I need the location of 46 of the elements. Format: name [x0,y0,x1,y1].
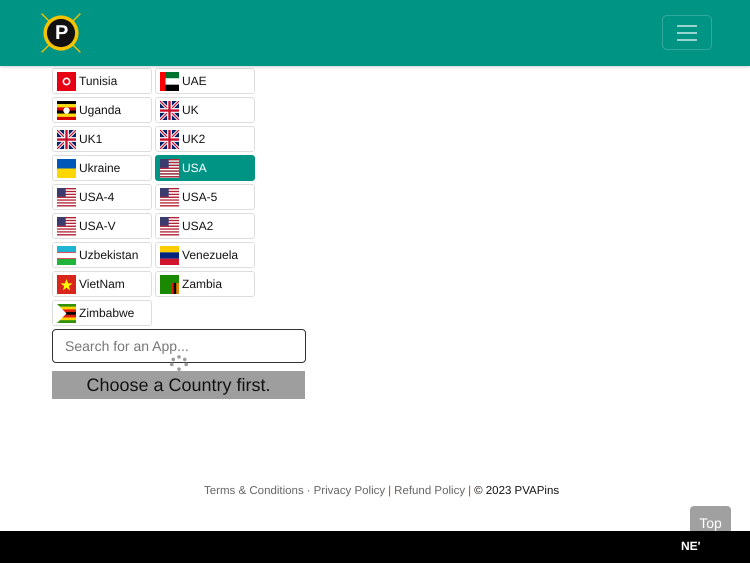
flag-icon [57,130,76,148]
flag-icon [57,188,76,206]
flag-icon [160,246,179,264]
terms-link[interactable]: Terms & Conditions [204,485,304,497]
country-button[interactable]: Zambia [155,271,255,297]
notice-text: Choose a Country first. [86,374,271,396]
flag-icon [57,216,76,236]
flag-icon [57,72,76,90]
separator: | [388,485,392,497]
flag-icon [160,274,179,294]
country-button[interactable]: UK1 [52,126,152,152]
flag-icon [57,100,76,120]
privacy-link[interactable]: Privacy Policy [314,485,386,497]
search-field[interactable]: Search for an App... [52,329,306,363]
country-button[interactable]: USA-4 [52,184,152,210]
flag-icon [160,72,179,90]
country-button[interactable]: Uganda [52,97,152,123]
country-button[interactable]: Ukraine [52,155,152,181]
menu-icon [676,24,698,42]
flag-icon [57,274,76,294]
flag-icon [57,246,76,264]
bottom-bar-text: NE' [681,539,701,553]
flag-icon [160,158,179,178]
country-button[interactable]: VietNam [52,271,152,297]
flag-icon [160,188,179,206]
flag-icon [57,304,76,322]
flag-icon [160,216,179,236]
country-button[interactable]: USA2 [155,213,255,239]
country-button[interactable]: UK [155,97,255,123]
flag-icon [160,100,179,120]
separator: · [306,485,311,497]
country-button[interactable]: USA-5 [155,184,255,210]
country-button[interactable]: UAE [155,68,255,94]
copyright-text: © 2023 PVAPins [474,485,560,497]
country-button[interactable]: USA [155,155,255,181]
country-button[interactable]: Uzbekistan [52,242,152,268]
country-button[interactable]: UK2 [155,126,255,152]
country-button[interactable]: Zimbabwe [52,300,152,326]
refund-link[interactable]: Refund Policy [394,485,466,497]
country-button[interactable]: Tunisia [52,68,152,94]
country-button[interactable]: Venezuela [155,242,255,268]
country-button[interactable]: USA-V [52,213,152,239]
flag-icon [160,130,179,148]
logo-letter: P [55,22,68,44]
flag-icon [57,158,76,178]
separator: | [468,485,472,497]
